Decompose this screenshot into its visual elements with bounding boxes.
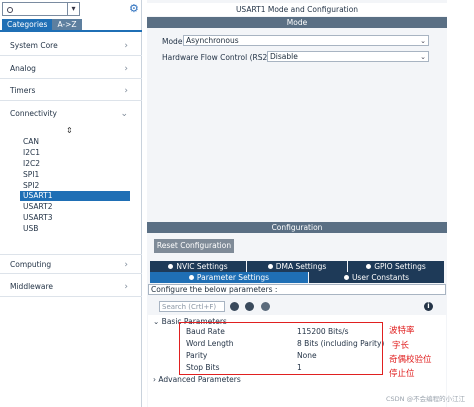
category-connectivity[interactable]: Connectivity ⌄ [0,104,142,124]
category-label: Computing [10,260,52,269]
tab-categories[interactable]: Categories [2,19,53,30]
tab-gpio-settings[interactable]: GPIO Settings [348,261,444,272]
list-item-can[interactable]: CAN [20,137,130,147]
annotation-baud-rate: 波特率 [389,326,415,336]
chevron-down-icon: ⌄ [153,317,162,326]
check-circle-icon [267,264,273,269]
highlight-box [179,322,383,375]
annotation-parity: 奇偶校验位 [389,355,432,365]
annotation-word-length: 字长 [392,341,410,351]
category-label: Middleware [10,282,54,291]
list-item-usart2[interactable]: USART2 [20,202,130,212]
mode-select[interactable]: Asynchronous ⌄ [183,35,429,46]
advanced-parameters-group[interactable]: › Advanced Parameters [153,375,241,384]
list-item-spi2[interactable]: SPI2 [20,181,130,191]
chevron-right-icon: › [124,41,128,51]
category-timers[interactable]: Timers › [0,81,142,101]
mouse-cursor-icon: ⇕ [66,126,73,135]
check-circle-icon [168,264,174,269]
right-margin [449,0,474,407]
flow-control-select[interactable]: Disable ⌄ [267,51,429,62]
chevron-down-icon[interactable]: ▾ [67,3,79,15]
tab-dma-settings[interactable]: DMA Settings [247,261,347,272]
search-prev-icon[interactable] [230,302,239,311]
left-panel: ▾ ⚙ Categories A->Z System Core › Analog ›… [0,0,142,407]
category-tabs: Categories A->Z [2,19,82,30]
watermark: CSDN @不会编程的小江江 [386,395,466,403]
category-search-input[interactable]: ▾ [2,2,80,16]
tab-parameter-settings[interactable]: Parameter Settings [150,272,308,283]
chevron-down-icon: ⌄ [420,53,426,61]
tab-a-z[interactable]: A->Z [52,19,82,30]
tab-label: DMA Settings [275,262,327,271]
flow-control-label: Hardware Flow Control (RS232) [162,53,280,62]
configuration-section-header: Configuration [147,222,447,233]
info-icon[interactable]: i [424,302,433,311]
search-icon [7,7,13,13]
window-title: USART1 Mode and Configuration [147,3,447,16]
tab-nvic-settings[interactable]: NVIC Settings [150,261,246,272]
category-label: Connectivity [10,109,57,118]
category-system-core[interactable]: System Core › [0,36,142,56]
list-item-usart1[interactable]: USART1 [20,191,130,201]
reset-configuration-button[interactable]: Reset Configuration [154,239,234,253]
chevron-down-icon: ⌄ [120,109,128,119]
list-item-i2c1[interactable]: I2C1 [20,148,130,158]
list-item-i2c2[interactable]: I2C2 [20,159,130,169]
chevron-right-icon: › [124,86,128,96]
chevron-right-icon: › [124,260,128,270]
tab-label: Parameter Settings [196,273,270,282]
list-item-usart3[interactable]: USART3 [20,213,130,223]
category-label: Analog [10,64,36,73]
parameter-search-input[interactable]: Search (Crtl+F) [159,301,225,312]
category-computing[interactable]: Computing › [0,254,142,274]
category-label: Timers [10,86,36,95]
list-item-usb[interactable]: USB [20,224,130,234]
gear-icon[interactable]: ⚙ [129,3,139,14]
list-item-spi1[interactable]: SPI1 [20,170,130,180]
config-panel: USART1 Mode and Configuration Mode Mode … [147,0,447,407]
check-circle-icon [343,275,349,280]
tab-label: NVIC Settings [176,262,228,271]
configure-hint: Configure the below parameters : [148,284,446,295]
chevron-right-icon: › [124,282,128,292]
tab-label: GPIO Settings [374,262,426,271]
mode-select-value: Asynchronous [186,36,239,45]
category-middleware[interactable]: Middleware › [0,277,142,297]
tab-user-constants[interactable]: User Constants [309,272,444,283]
group-label: Advanced Parameters [158,375,241,384]
mode-section-header: Mode [147,17,447,28]
flow-control-value: Disable [270,52,298,61]
tab-underline [0,30,142,32]
chevron-right-icon: › [124,64,128,74]
annotation-stop-bits: 停止位 [389,369,415,379]
expand-all-icon[interactable] [261,302,270,311]
chevron-down-icon: ⌄ [420,37,426,45]
category-label: System Core [10,41,58,50]
check-circle-icon [188,275,194,280]
mode-label: Mode [162,37,183,46]
search-next-icon[interactable] [245,302,254,311]
tab-label: User Constants [351,273,410,282]
check-circle-icon [366,264,372,269]
category-analog[interactable]: Analog › [0,59,142,79]
